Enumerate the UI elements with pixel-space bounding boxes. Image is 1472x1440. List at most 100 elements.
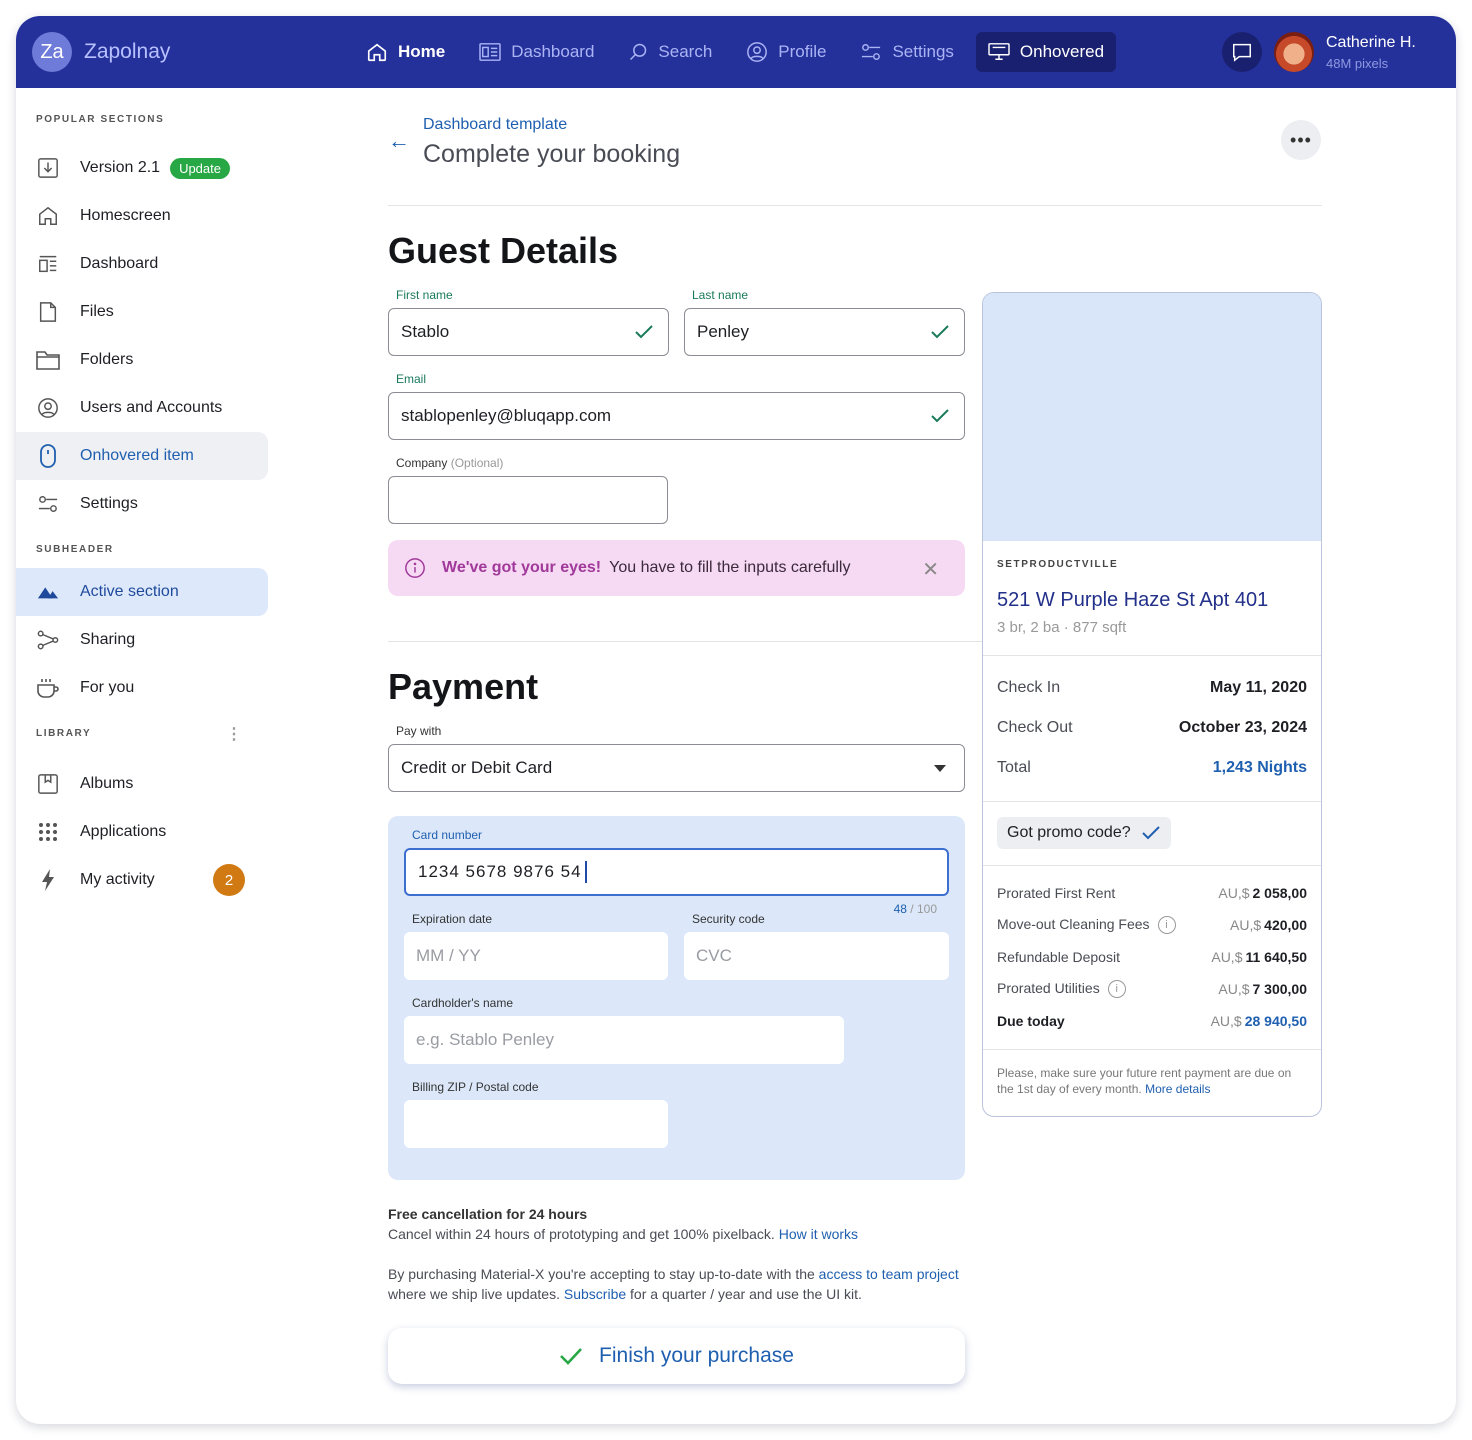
sidebar-item-label: Users and Accounts — [80, 399, 223, 416]
property-title[interactable]: 521 W Purple Haze St Apt 401 — [997, 589, 1268, 612]
user-info[interactable]: Catherine H. 48M pixels — [1326, 34, 1416, 71]
zip-field[interactable] — [404, 1100, 668, 1148]
fee-row: Move-out Cleaning Fees i AU,$ 420,00 — [997, 915, 1307, 935]
sidebar-item-active-section[interactable]: Active section — [16, 568, 268, 616]
nav-profile[interactable]: Profile — [734, 32, 838, 72]
email-field[interactable]: stablopenley@bluqapp.com — [388, 392, 965, 440]
profile-icon — [747, 42, 768, 62]
first-name-value: Stablo — [401, 322, 450, 341]
check-icon — [931, 325, 949, 339]
pay-with-select[interactable]: Credit or Debit Card — [388, 744, 965, 792]
last-name-label: Last name — [692, 288, 749, 302]
email-label: Email — [396, 372, 427, 386]
fee-label: Refundable Deposit — [997, 949, 1120, 965]
sidebar-item-for-you[interactable]: For you — [16, 664, 268, 712]
how-it-works-link[interactable]: How it works — [779, 1226, 858, 1242]
finish-purchase-button[interactable]: Finish your purchase — [388, 1328, 965, 1384]
sidebar-item-users[interactable]: Users and Accounts — [16, 384, 268, 432]
breadcrumb[interactable]: Dashboard template — [423, 116, 567, 134]
home-icon — [36, 204, 60, 228]
dashboard-icon — [36, 252, 60, 276]
close-icon[interactable]: ✕ — [922, 557, 939, 582]
card-number-field[interactable]: 1234 5678 9876 54 — [404, 848, 949, 896]
summary-divider — [983, 801, 1321, 802]
fee-amount: 7 300,00 — [1252, 981, 1308, 997]
sidebar-item-dashboard[interactable]: Dashboard — [16, 240, 268, 288]
sidebar-item-settings[interactable]: Settings — [16, 480, 268, 528]
checkin-value: May 11, 2020 — [1210, 679, 1307, 696]
optional-hint: (Optional) — [450, 456, 504, 470]
sidebar-item-label: Settings — [80, 495, 138, 512]
nav-onhovered[interactable]: Onhovered — [975, 32, 1117, 72]
security-code-placeholder: CVC — [696, 946, 732, 965]
alert-text: You have to fill the inputs carefully — [609, 559, 851, 576]
expiration-label: Expiration date — [412, 912, 493, 926]
first-name-label: First name — [396, 288, 453, 302]
terms-note: By purchasing Material-X you're acceptin… — [388, 1264, 968, 1304]
security-code-label: Security code — [692, 912, 765, 926]
company-label: Company (Optional) — [396, 456, 503, 470]
finish-label: Finish your purchase — [599, 1344, 794, 1367]
char-counter: 48 / 100 — [894, 902, 937, 916]
check-icon — [931, 409, 949, 423]
total-label: Total — [997, 759, 1031, 776]
promo-code-chip[interactable]: Got promo code? — [997, 817, 1171, 849]
sidebar-item-label: Albums — [80, 775, 134, 792]
fee-label: Move-out Cleaning Fees — [997, 915, 1150, 932]
nav-profile-label: Profile — [778, 42, 827, 61]
avatar[interactable] — [1274, 32, 1314, 72]
nav-dashboard[interactable]: Dashboard — [467, 32, 606, 72]
first-name-field[interactable]: Stablo — [388, 308, 669, 356]
cardholder-label: Cardholder's name — [412, 996, 514, 1010]
chat-button[interactable] — [1222, 32, 1262, 72]
promo-label: Got promo code? — [1007, 824, 1131, 841]
subscribe-link[interactable]: Subscribe — [564, 1286, 626, 1302]
more-vert-icon[interactable]: ⋮ — [226, 727, 244, 743]
sidebar-item-version[interactable]: Version 2.1 Update — [16, 144, 268, 192]
settings-icon — [862, 44, 881, 60]
fee-row: Prorated Utilities i AU,$ 7 300,00 — [997, 979, 1307, 999]
last-name-field[interactable]: Penley — [684, 308, 965, 356]
search-icon — [630, 43, 647, 61]
sidebar-item-label: Active section — [80, 583, 179, 600]
sidebar-item-onhovered[interactable]: Onhovered item — [16, 432, 268, 480]
last-name-value: Penley — [697, 322, 749, 341]
sidebar-item-albums[interactable]: Albums — [16, 760, 268, 808]
security-code-field[interactable]: CVC — [684, 932, 949, 980]
sidebar-item-files[interactable]: Files — [16, 288, 268, 336]
apps-grid-icon — [36, 820, 60, 844]
user-subtitle: 48M pixels — [1326, 55, 1389, 71]
nav-settings[interactable]: Settings — [848, 32, 965, 72]
checkout-value: October 23, 2024 — [1178, 719, 1307, 736]
nav-home[interactable]: Home — [354, 32, 457, 72]
sidebar-item-my-activity[interactable]: My activity 2 — [16, 856, 268, 904]
expiration-field[interactable]: MM / YY — [404, 932, 668, 980]
sidebar-item-applications[interactable]: Applications — [16, 808, 268, 856]
info-icon[interactable]: i — [1157, 916, 1176, 935]
info-icon[interactable]: i — [1107, 980, 1126, 999]
company-label-text: Company — [396, 456, 448, 470]
team-project-link[interactable]: access to team project — [819, 1266, 959, 1282]
update-badge: Update — [170, 157, 230, 179]
nav-settings-label: Settings — [892, 42, 954, 61]
total-row: Total 1,243 Nights — [997, 759, 1307, 777]
more-details-link[interactable]: More details — [1145, 1082, 1210, 1096]
sidebar-item-folders[interactable]: Folders — [16, 336, 268, 384]
cardholder-field[interactable]: e.g. Stablo Penley — [404, 1016, 844, 1064]
char-counter-max: / 100 — [910, 902, 937, 916]
currency: AU,$ — [1218, 981, 1250, 997]
company-field[interactable] — [388, 476, 668, 524]
cardholder-placeholder: e.g. Stablo Penley — [416, 1030, 554, 1049]
pay-with-label: Pay with — [396, 724, 442, 738]
nav-search-label: Search — [658, 42, 713, 61]
share-icon — [36, 628, 60, 652]
card-details-panel: Card number 1234 5678 9876 54 48 / 100 E… — [388, 816, 965, 1180]
logo[interactable]: Za Zapolnay — [32, 32, 170, 72]
back-arrow-icon[interactable]: ← — [388, 128, 410, 154]
header-divider — [388, 205, 1322, 206]
nav-search[interactable]: Search — [616, 32, 724, 72]
more-options-button[interactable]: ••• — [1281, 120, 1321, 160]
sidebar-item-sharing[interactable]: Sharing — [16, 616, 268, 664]
terms-text-2: where we ship live updates. — [388, 1286, 560, 1302]
sidebar-item-homescreen[interactable]: Homescreen — [16, 192, 268, 240]
